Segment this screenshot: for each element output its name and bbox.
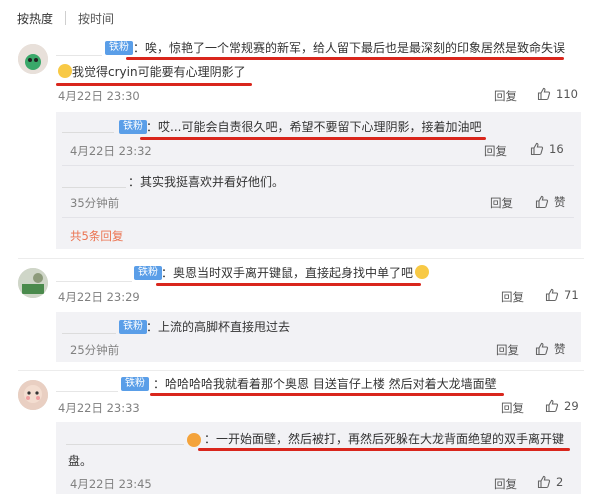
sort-bar: 按热度 按时间 (0, 0, 596, 36)
reply-username[interactable] (62, 121, 114, 133)
highlight-underline (156, 283, 421, 286)
highlight-underline (140, 137, 486, 140)
reply-button[interactable]: 回复 (490, 195, 513, 211)
reply-button[interactable]: 回复 (494, 476, 517, 492)
comment-divider (18, 258, 584, 259)
reply-text: ：上流的高脚杯直接甩过去 (146, 320, 291, 334)
thumbs-up-icon (545, 399, 559, 413)
like-button[interactable]: 16 (530, 142, 564, 156)
highlight-underline (150, 393, 504, 396)
reply-button[interactable]: 回复 (484, 143, 507, 159)
comment-divider (18, 370, 584, 371)
thumbs-up-icon (537, 87, 551, 101)
highlight-underline (56, 83, 252, 86)
fan-badge: 铁粉 (105, 41, 133, 55)
avatar[interactable] (18, 44, 48, 74)
sort-by-hot[interactable]: 按热度 (17, 10, 53, 27)
reply-text-line2: 盘。 (68, 454, 93, 468)
like-label: 赞 (554, 342, 566, 356)
thumbs-up-icon (535, 195, 549, 209)
like-button[interactable]: 2 (537, 475, 563, 489)
like-button[interactable]: 110 (537, 87, 578, 101)
thumbs-up-icon (530, 142, 544, 156)
sort-by-time[interactable]: 按时间 (78, 10, 114, 27)
reply-divider (62, 165, 574, 166)
like-button[interactable]: 71 (545, 288, 579, 302)
like-count: 16 (549, 142, 564, 156)
avatar[interactable] (18, 380, 48, 410)
like-count: 110 (556, 87, 578, 101)
reply-username[interactable] (62, 176, 126, 188)
like-count: 2 (556, 475, 564, 489)
reply-username[interactable] (66, 433, 184, 445)
reply-text: ：哎...可能会自责很久吧，希望不要留下心理阴影，接着加油吧 (146, 120, 482, 134)
like-button[interactable]: 29 (545, 399, 579, 413)
comment-text: ：奥恩当时双手离开键鼠，直接起身找中单了吧 (161, 265, 430, 281)
comment-time: 4月22日 23:29 (58, 290, 140, 304)
reply-divider (62, 217, 574, 218)
reply-username[interactable] (62, 322, 116, 334)
reply-time: 25分钟前 (70, 343, 120, 357)
like-button[interactable]: 赞 (535, 341, 566, 357)
comment-text-line2: 我觉得cryin可能要有心理阴影了 (58, 64, 246, 80)
username[interactable] (56, 380, 118, 392)
avatar[interactable] (18, 268, 48, 298)
reply-button[interactable]: 回复 (501, 289, 524, 305)
shocked-emoji-icon (415, 265, 430, 279)
highlight-underline (126, 57, 564, 60)
like-count: 29 (564, 399, 579, 413)
reply-text: ：其实我挺喜欢并看好他们。 (128, 175, 285, 189)
reply-button[interactable]: 回复 (494, 88, 517, 104)
reply-time: 4月22日 23:45 (70, 477, 152, 491)
comment-text: ：唉，惊艳了一个常规赛的新军，给人留下最后也是最深刻的印象居然是致命失误 (133, 41, 566, 55)
more-replies-link[interactable]: 共5条回复 (70, 228, 123, 244)
like-button[interactable]: 赞 (535, 194, 566, 210)
sort-separator (65, 11, 67, 25)
reply-text: ：一开始面壁，然后被打，再然后死躲在大龙背面绝望的双手离开键 (204, 432, 565, 446)
comment-time: 4月22日 23:33 (58, 401, 140, 415)
reply-button[interactable]: 回复 (496, 342, 519, 358)
thumbs-up-icon (545, 288, 559, 302)
comment-time: 4月22日 23:30 (58, 89, 140, 103)
highlight-underline (198, 448, 570, 451)
fan-badge: 铁粉 (119, 120, 147, 134)
fire-emoji-icon (187, 433, 201, 447)
username[interactable] (56, 44, 102, 56)
reply-time: 4月22日 23:32 (70, 144, 152, 158)
thumbs-up-icon (537, 475, 551, 489)
reply-time: 35分钟前 (70, 196, 120, 210)
fan-badge: 铁粉 (121, 377, 149, 391)
laughing-emoji-icon (58, 64, 72, 78)
comment-text: ：哈哈哈哈我就看着那个奥恩 目送盲仔上楼 然后对着大龙墙面壁 (153, 377, 497, 391)
fan-badge: 铁粉 (134, 266, 162, 280)
thumbs-up-icon (535, 342, 549, 356)
like-count: 71 (564, 288, 579, 302)
reply-button[interactable]: 回复 (501, 400, 524, 416)
like-label: 赞 (554, 195, 566, 209)
username[interactable] (56, 270, 132, 282)
fan-badge: 铁粉 (119, 320, 147, 334)
